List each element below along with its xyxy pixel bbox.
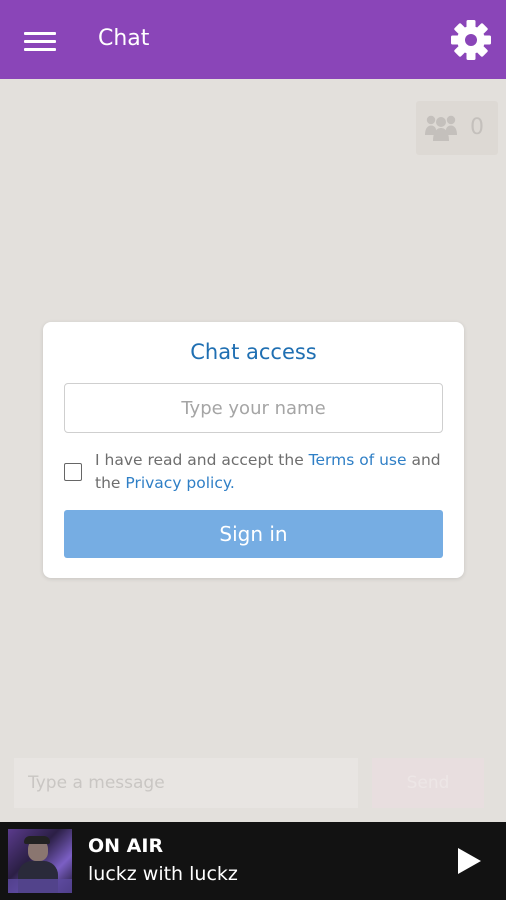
cover-figure [24, 836, 50, 844]
cover-deck [8, 879, 72, 893]
message-input[interactable] [14, 758, 358, 808]
show-title: luckz with luckz [88, 863, 238, 885]
chat-area: 0 Chat access I have read and accept the… [0, 79, 506, 822]
sign-in-button[interactable]: Sign in [64, 510, 443, 558]
terms-of-use-link[interactable]: Terms of use [309, 451, 407, 469]
menu-line [24, 48, 56, 51]
page-title: Chat [98, 26, 150, 51]
users-group-icon [424, 113, 458, 143]
name-input[interactable] [64, 383, 443, 433]
hamburger-menu-icon[interactable] [22, 27, 58, 55]
on-air-label: ON AIR [88, 835, 164, 857]
gear-icon[interactable] [449, 18, 493, 62]
terms-text: I have read and accept the [95, 451, 309, 469]
menu-line [24, 32, 56, 35]
play-icon[interactable] [452, 845, 484, 877]
menu-line [24, 40, 56, 43]
online-users-count: 0 [470, 115, 484, 140]
terms-statement: I have read and accept the Terms of use … [95, 449, 450, 495]
accept-terms-checkbox[interactable] [64, 463, 82, 481]
online-users-badge[interactable]: 0 [416, 101, 498, 155]
terms-text: . [229, 474, 235, 492]
radio-player-bar: ON AIR luckz with luckz [0, 822, 506, 900]
app-bar: Chat [0, 0, 506, 79]
album-cover-image [8, 829, 72, 893]
privacy-policy-link[interactable]: Privacy policy [125, 474, 229, 492]
dialog-title: Chat access [190, 340, 317, 364]
send-button[interactable]: Send [372, 758, 484, 808]
message-composer: Send [0, 755, 506, 822]
chat-access-dialog: Chat access I have read and accept the T… [43, 322, 464, 578]
